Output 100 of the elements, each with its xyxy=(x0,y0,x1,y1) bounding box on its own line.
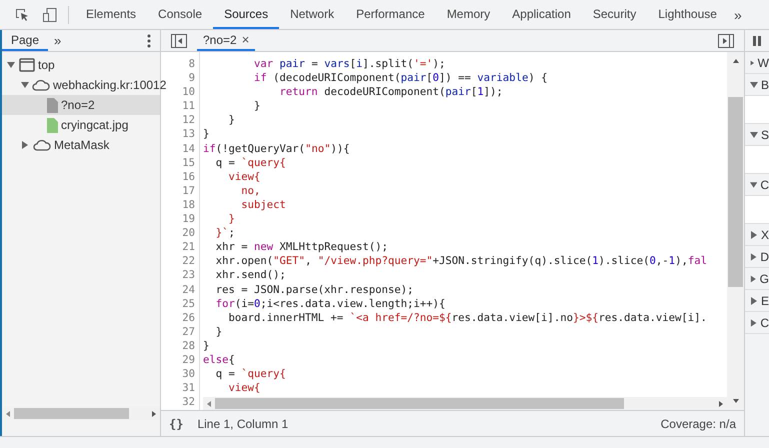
tree-item-label: webhacking.kr:10012 xyxy=(53,78,166,92)
expand-arrow-icon[interactable] xyxy=(750,252,758,260)
line-number: 8 xyxy=(188,57,196,72)
expand-arrow-icon[interactable] xyxy=(750,318,758,326)
frame-icon xyxy=(19,58,35,72)
line-number: 28 xyxy=(181,338,196,353)
menu-icon[interactable] xyxy=(147,34,151,48)
expand-arrow-icon[interactable] xyxy=(750,58,755,66)
vertical-scrollbar[interactable] xyxy=(727,52,744,410)
code-line: for(i=0;i<res.data.view.length;i++){ xyxy=(214,296,446,311)
expand-arrow-icon[interactable] xyxy=(7,61,15,69)
code-line: }`; xyxy=(214,226,235,240)
cloud-icon xyxy=(32,79,50,91)
pretty-print-button[interactable]: {} xyxy=(169,416,184,430)
tree-item-label: cryingcat.jpg xyxy=(61,118,128,132)
panel-tab[interactable]: Lighthouse xyxy=(647,0,728,29)
line-number: 29 xyxy=(181,352,196,368)
section-header[interactable]: C xyxy=(745,312,769,334)
panel-tab[interactable]: Elements xyxy=(75,0,148,29)
line-number: 16 xyxy=(181,170,196,184)
panel-tab[interactable]: Memory xyxy=(436,0,502,29)
line-number: 17 xyxy=(181,184,196,198)
line-number: 23 xyxy=(181,268,196,282)
line-number: 32 xyxy=(181,395,196,410)
code-line: } xyxy=(228,212,235,226)
section-header[interactable]: W xyxy=(745,52,769,74)
expand-arrow-icon[interactable] xyxy=(750,180,758,188)
panel-tab[interactable]: Application xyxy=(501,0,582,29)
expand-arrow-icon[interactable] xyxy=(750,296,758,304)
section-title: X xyxy=(760,228,769,242)
toggle-navigator-icon[interactable] xyxy=(171,34,187,48)
inspect-icon[interactable] xyxy=(14,6,30,22)
expand-arrow-icon[interactable] xyxy=(750,230,758,238)
line-number: 30 xyxy=(181,367,196,382)
code-line: res = JSON.parse(xhr.response); xyxy=(214,282,414,297)
cloud-icon xyxy=(33,139,51,151)
line-number: 18 xyxy=(181,198,196,212)
panel-tab[interactable]: Console xyxy=(147,0,214,29)
tree-item[interactable]: MetaMask xyxy=(2,135,160,155)
code-line: xhr.send(); xyxy=(214,268,286,282)
panel-tab[interactable]: Network xyxy=(279,0,346,29)
expand-arrow-icon[interactable] xyxy=(21,141,29,149)
code-line: if (decodeURIComponent(pair[0]) == variable) { xyxy=(253,71,548,86)
panel-tab[interactable]: Security xyxy=(582,0,648,29)
expand-arrow-icon[interactable] xyxy=(750,274,757,282)
line-number: 31 xyxy=(181,381,196,396)
section-title: S xyxy=(760,128,769,142)
file-icon xyxy=(47,98,58,112)
expand-arrow-icon[interactable] xyxy=(750,80,758,88)
section-title: D xyxy=(760,250,769,264)
section-title: W xyxy=(758,56,769,70)
cursor-position: Line 1, Column 1 xyxy=(197,416,288,430)
section-title: C xyxy=(760,178,769,192)
navigator-tab[interactable]: Page xyxy=(2,30,48,51)
code-line: board.innerHTML += `<a href=/?no=${res.data.view[i].no}>${res.data.view[i]. xyxy=(228,310,707,325)
section-title: G xyxy=(760,272,769,286)
line-number: 11 xyxy=(181,99,196,114)
code-line: subject xyxy=(240,198,286,212)
section-header[interactable]: E xyxy=(745,290,769,312)
code-line: } xyxy=(203,338,210,353)
tree-item[interactable]: top xyxy=(2,55,160,75)
line-number: 26 xyxy=(181,310,196,325)
expand-arrow-icon[interactable] xyxy=(21,81,29,89)
horizontal-scrollbar[interactable] xyxy=(203,397,727,410)
line-number: 10 xyxy=(181,85,196,100)
pause-icon[interactable] xyxy=(753,36,761,46)
line-number: 20 xyxy=(181,226,196,240)
code-line: q = `query{ xyxy=(214,156,286,170)
close-icon[interactable]: × xyxy=(242,32,250,47)
tree-item[interactable]: cryingcat.jpg xyxy=(2,115,160,135)
code-line: no, xyxy=(240,184,260,198)
section-body xyxy=(745,196,769,224)
toggle-debugger-icon[interactable] xyxy=(718,34,734,48)
section-header[interactable]: G xyxy=(745,268,769,290)
file-tab[interactable]: ?no=2 × xyxy=(197,30,256,51)
code-line: } xyxy=(228,113,235,128)
tree-item-label: MetaMask xyxy=(54,138,110,152)
code-line: } xyxy=(214,324,222,339)
coverage-label: Coverage: n/a xyxy=(660,416,736,430)
section-header[interactable]: X xyxy=(745,224,769,246)
section-body xyxy=(745,96,769,124)
code-line: xhr = new XMLHttpRequest(); xyxy=(214,240,388,254)
line-number: 27 xyxy=(181,324,196,339)
image-file-icon xyxy=(47,118,58,132)
tree-item-label: ?no=2 xyxy=(61,98,95,112)
expand-arrow-icon[interactable] xyxy=(750,130,758,138)
line-number: 13 xyxy=(181,127,196,142)
more-tabs-button[interactable]: » xyxy=(728,6,748,22)
section-header[interactable]: D xyxy=(745,246,769,268)
more-tabs-button[interactable]: » xyxy=(48,33,68,48)
line-number: 19 xyxy=(181,212,196,226)
panel-tab[interactable]: Performance xyxy=(345,0,436,29)
line-number: 25 xyxy=(181,296,196,311)
device-icon[interactable] xyxy=(42,6,58,22)
section-title: C xyxy=(760,316,769,330)
section-title: E xyxy=(760,294,769,308)
code-line: var pair = vars[i].split('='); xyxy=(253,57,446,72)
tree-item[interactable]: ?no=2 xyxy=(2,95,160,115)
code-line: q = `query{ xyxy=(214,367,286,382)
line-number: 14 xyxy=(181,142,196,156)
